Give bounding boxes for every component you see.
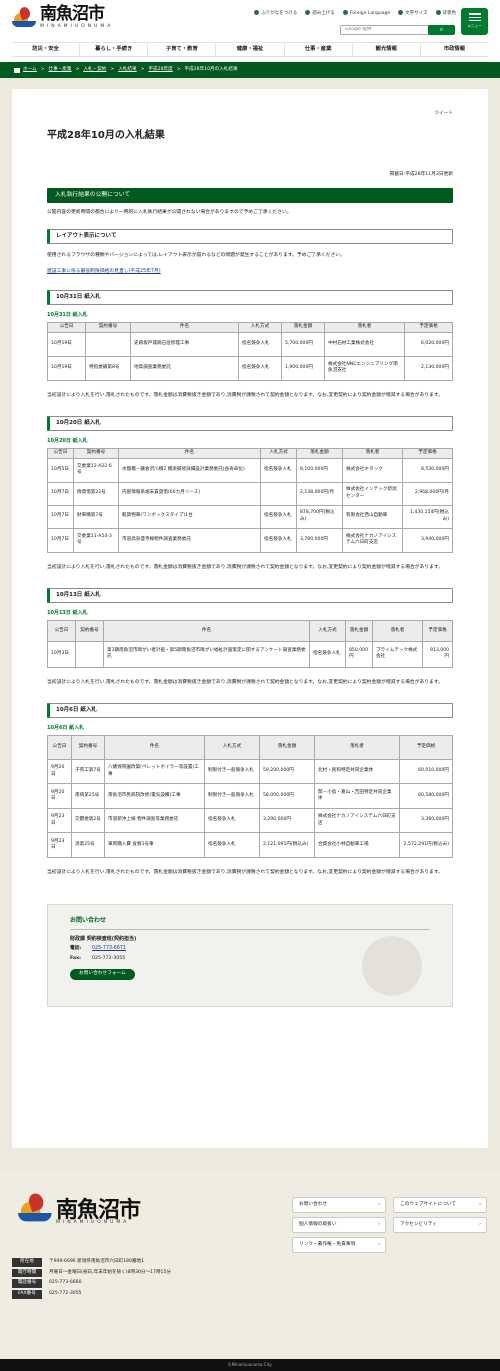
site-footer: 南魚沼市MINAMIUONUMA お問い合わせ このウェブサイトについて 個人情… [0, 1170, 500, 1359]
palette-icon [435, 10, 441, 15]
site-logo[interactable]: 南魚沼市 MINAMIUONUMA [12, 5, 113, 31]
logo-name: 南魚沼市 [40, 4, 105, 25]
footer-link-about[interactable]: このウェブサイトについて [393, 1197, 487, 1213]
layout-text: 使用されるブラウザの種類やバージョンによっては,レイアウト表示が崩れるなどの問題… [47, 253, 345, 259]
nav-kankou[interactable]: 観光情報 [353, 43, 421, 56]
nav-kurashi[interactable]: 暮らし・手続き [80, 43, 149, 56]
util-foreign-language[interactable]: Foreign Language [342, 10, 390, 18]
min-price-link[interactable]: 建設工事に係る最低制限価格の見直し(平成25年7月) [47, 269, 453, 276]
s3-note: 当初設計により入札を行い,落札されたものです。落札金額は消費税抜き金額であり,消… [47, 679, 443, 685]
speaker-icon [305, 10, 311, 15]
contact-fax: 025-772-3055 [92, 956, 126, 961]
s4-subheading: 10月6日 紙入札 [47, 724, 85, 731]
footer-link-copyright[interactable]: リンク・著作権・免責事項 [292, 1237, 386, 1253]
logo-sub: MINAMIUONUMA [40, 24, 114, 30]
emblem-watermark-icon [362, 936, 422, 997]
table-row: 9月23日 消第25号 車両購入費 査察1号車 指名競争入札 2,121,091円(税込… [47, 832, 453, 859]
s1-table: 公告日 契約番号 件名 入札方式 落札金額 落札者 予定価格 10月19日 史跡坂戸城跡石垣修… [47, 322, 453, 381]
layout-heading: レイアウト表示について [47, 229, 453, 245]
s4-table: 公告日 契約番号 件名 入札方式 落札金額 落札者 予定価格 9月20日 子育工第7号 八幡保育… [47, 735, 453, 859]
table-row: 9月20日 子育工第7号 八幡保育園改築(ペレットボイラー等設置)工事 制限付き一般競… [47, 759, 453, 785]
footer-link-accessibility[interactable]: アクセシビリティ [393, 1217, 487, 1233]
crumb-home[interactable]: ホーム [23, 67, 37, 74]
logo-emblem-icon [12, 5, 38, 31]
util-furigana[interactable]: ふりがなをつける [254, 10, 297, 18]
table-row: 10月19日 特指委補第8号 地質調査業務委託 指名競争入札 1,900,000円 株式会… [47, 355, 453, 381]
nav-kosodate[interactable]: 子育て・教育 [148, 43, 217, 56]
contact-form-button[interactable]: お問い合わせフォーム [70, 968, 135, 980]
book-icon [254, 10, 260, 15]
nav-shisei[interactable]: 市政情報 [421, 43, 488, 56]
globe-icon [342, 10, 348, 15]
text-size-icon [398, 10, 404, 15]
copyright: ©Minamiuonuma City. [0, 1359, 500, 1371]
main-content: ツイート 平成28年10月の入札結果 掲載日:平成28年11月2日更新 入札執行… [12, 89, 488, 1148]
footer-logo[interactable]: 南魚沼市 MINAMIUONUMA [18, 1191, 141, 1227]
table-row: 10月7日 財車購第7号 軽貨物車(ワンボックスタイプ)1台 指名競争入札 878,70… [47, 504, 453, 529]
home-icon [14, 67, 20, 73]
published-date: 掲載日:平成28年11月2日更新 [389, 172, 453, 178]
table-row: 10月7日 交委業11-A54-3号 市道高泉盛寺線物件調査業務委託 指名競争入札 3,… [47, 527, 453, 553]
th-est: 予定価格 [404, 322, 453, 333]
nav-kenkou[interactable]: 健康・福祉 [216, 43, 285, 56]
breadcrumb: ホーム > 仕事・産業 > 入札・契約 > 入札結果 > 平成28年度 > 平成28年10… [0, 62, 500, 78]
s4-note: 当初設計により入札を行い,落札されたものです。落札金額は消費税抜き金額であり,消… [47, 870, 443, 876]
menu-button[interactable]: メニュー [461, 8, 488, 35]
s1-heading: 10月31日 紙入札 [47, 289, 453, 305]
contact-tel-link[interactable]: 025-773-6671 [92, 946, 126, 953]
section-heading: 入札執行結果の公開について [47, 188, 453, 204]
table-row: 10月3日 第3期南魚沼市障がい者計画・第5期南魚沼市障がい福祉計画策定に関するア… [47, 640, 453, 668]
footer-link-privacy[interactable]: 個人情報の取扱い [292, 1217, 386, 1233]
search-button[interactable]: ⌕ [428, 25, 455, 35]
search-input[interactable] [345, 27, 425, 32]
contact-title: お問い合わせ [70, 917, 430, 930]
table-row: 9月20日 南病第25号 南魚沼市民病院改修(電気設備)工事 制限付き一般競争入札 58… [47, 783, 453, 810]
s3-heading: 10月13日 紙入札 [47, 587, 453, 603]
nav-bousai[interactable]: 防災・安全 [12, 43, 81, 56]
table-row: 10月7日 情資借第22号 内部情報系端末賃貸借(60カ月リース) 2,138,000… [47, 481, 453, 506]
th-method: 入札方式 [238, 322, 282, 333]
s2-table: 公告日 契約番号 件名 入札方式 落札金額 落札者 予定価格 10月5日 交委業12-A22-… [47, 448, 453, 553]
logo-emblem-icon [18, 1191, 54, 1227]
s2-heading: 10月20日 紙入札 [47, 415, 453, 431]
table-row: 10月5日 交委業12-A22-6号 水無橋・鎌倉沢川橋2 橋梁補修詳細設計業務委託… [47, 457, 453, 483]
crumb-nyusatsu[interactable]: 入札・契約 [83, 67, 106, 74]
intro-text: 公開内容の更新時間の都合により一時的に入札執行結果が公開されない場合がありますの… [47, 210, 292, 216]
crumb-h28[interactable]: 平成28年度 [148, 67, 172, 74]
th-winner: 落札者 [324, 322, 405, 333]
util-read-aloud[interactable]: 読み上げる [305, 10, 335, 18]
footer-link-contact[interactable]: お問い合わせ [292, 1197, 386, 1213]
contact-box: お問い合わせ 財政課 契約検査班(契約担当) 電話: 025-773-6671 F… [47, 904, 453, 1008]
utility-links: ふりがなをつける 読み上げる Foreign Language 文字サイズ 背景… [254, 10, 456, 18]
s3-subheading: 10月13日 紙入札 [47, 609, 88, 616]
s1-subheading: 10月31日 紙入札 [47, 311, 88, 318]
tweet-link[interactable]: ツイート [47, 111, 453, 118]
util-bg-color[interactable]: 背景色 [435, 10, 456, 18]
th-item: 件名 [130, 322, 239, 333]
s3-table: 公告日 契約番号 件名 入札方式 落札金額 落札者 予定価格 10月3日 第3期南魚沼市障がい… [47, 619, 453, 668]
crumb-kekka[interactable]: 入札結果 [118, 67, 136, 74]
hamburger-icon [468, 13, 481, 15]
footer-info: 所在地 〒949-6696 新潟県南魚沼市六日町180番地1 開庁時間 月曜日～金曜… [12, 1258, 171, 1301]
crumb-shigoto[interactable]: 仕事・産業 [49, 67, 72, 74]
s2-note: 当初設計により入札を行い,落札されたものです。落札金額は消費税抜き金額であり,消… [47, 564, 443, 570]
global-nav: 防災・安全 暮らし・手続き 子育て・教育 健康・福祉 仕事・産業 観光情報 市政… [12, 42, 488, 57]
util-text-size[interactable]: 文字サイズ [398, 10, 428, 18]
th-amount: 落札金額 [281, 322, 325, 333]
table-row: 9月23日 交都委第2号 市道新沖上線 物件調査等業務委託 指名競争入札 3,290,0… [47, 808, 453, 834]
s2-subheading: 10月20日 紙入札 [47, 437, 88, 444]
s1-note: 当初設計により入札を行い,落札されたものです。落札金額は消費税抜き金額であり,消… [47, 392, 443, 398]
table-row: 10月19日 史跡坂戸城跡石垣修理工事 指名競争入札 5,700,000円 中村石材工業… [47, 331, 453, 357]
nav-shigoto[interactable]: 仕事・産業 [285, 43, 353, 56]
site-header: 南魚沼市 MINAMIUONUMA ふりがなをつける 読み上げる Foreign … [0, 0, 500, 62]
th-no: 契約番号 [85, 322, 131, 333]
th-day: 公告日 [47, 322, 86, 333]
crumb-current: 平成28年10月の入札結果 [184, 66, 238, 72]
search-icon: ⌕ [439, 26, 444, 33]
s4-heading: 10月6日 紙入札 [47, 702, 453, 718]
page-title: 平成28年10月の入札結果 [47, 129, 165, 141]
